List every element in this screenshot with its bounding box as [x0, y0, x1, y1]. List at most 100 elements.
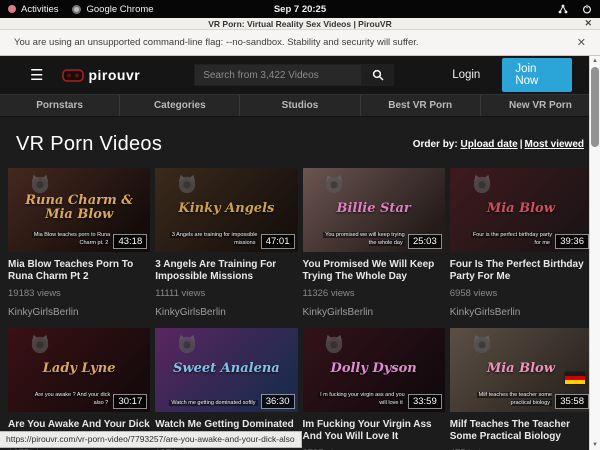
- video-thumb[interactable]: Mia Blow Milf teaches the teacher some p…: [450, 328, 592, 412]
- video-studio[interactable]: KinkyGirlsBerlin: [450, 307, 592, 318]
- infobar-message: You are using an unsupported command-lin…: [14, 37, 419, 48]
- video-views: 11326 views: [303, 288, 445, 299]
- video-card[interactable]: Dolly Dyson I m fucking your virgin ass …: [303, 328, 445, 450]
- video-duration: 43:18: [113, 234, 147, 249]
- video-duration: 35:58: [555, 394, 589, 409]
- order-link-most-viewed[interactable]: Most viewed: [525, 139, 584, 150]
- thumb-model-name: Lady Lyne: [21, 362, 138, 376]
- thumb-caption: 3 Angels are training for impossible mis…: [169, 231, 257, 248]
- scrollbar-thumb[interactable]: [591, 67, 599, 147]
- video-thumb[interactable]: Kinky Angels 3 Angels are training for i…: [155, 168, 297, 252]
- search-form: [194, 64, 394, 86]
- video-views: 11111 views: [155, 288, 297, 299]
- thumb-caption: Four is the perfect birthday party for m…: [464, 231, 552, 248]
- german-flag-icon: [565, 372, 585, 384]
- thumb-caption: You promised we will keep trying the who…: [317, 231, 405, 248]
- site-logo[interactable]: pirouvr: [62, 67, 140, 83]
- search-input[interactable]: [194, 64, 362, 86]
- chrome-label: Google Chrome: [86, 4, 153, 15]
- thumb-caption: Watch me getting dominated softly: [169, 399, 257, 407]
- order-separator: |: [518, 139, 525, 150]
- video-title[interactable]: Milf Teaches The Teacher Some Practical …: [450, 419, 592, 442]
- video-grid: Runa Charm & Mia Blow Mia Blow teaches p…: [0, 166, 600, 450]
- main-nav: PornstarsCategoriesStudiosBest VR PornNe…: [0, 94, 600, 117]
- video-views: 6958 views: [450, 288, 592, 299]
- login-link[interactable]: Login: [452, 69, 480, 81]
- screen: Activities Google Chrome Sep 7 20:25 VR …: [0, 0, 600, 450]
- system-bar: Activities Google Chrome Sep 7 20:25: [0, 0, 600, 18]
- video-duration: 36:30: [261, 394, 295, 409]
- activities-label: Activities: [21, 4, 58, 15]
- video-studio[interactable]: KinkyGirlsBerlin: [8, 307, 150, 318]
- scrollbar-up-icon[interactable]: ▲: [590, 56, 600, 66]
- video-title[interactable]: 3 Angels Are Training For Impossible Mis…: [155, 259, 297, 282]
- video-duration: 47:01: [261, 234, 295, 249]
- video-card[interactable]: Billie Star You promised we will keep tr…: [303, 168, 445, 318]
- activities-button[interactable]: Activities: [8, 4, 58, 15]
- infobar-close-icon[interactable]: ✕: [577, 36, 586, 49]
- nav-item[interactable]: New VR Porn: [481, 95, 600, 116]
- thumb-caption: I m fucking your virgin ass and you will…: [317, 391, 405, 408]
- studio-logo-icon: [470, 174, 494, 194]
- video-duration: 30:17: [113, 394, 147, 409]
- video-duration: 39:36: [555, 234, 589, 249]
- video-thumb[interactable]: Dolly Dyson I m fucking your virgin ass …: [303, 328, 445, 412]
- video-card[interactable]: Mia Blow Milf teaches the teacher some p…: [450, 328, 592, 450]
- video-title[interactable]: You Promised We Will Keep Trying The Who…: [303, 259, 445, 282]
- nav-item[interactable]: Categories: [120, 95, 240, 116]
- video-views: 19183 views: [8, 288, 150, 299]
- vr-headset-icon: [62, 69, 84, 82]
- site-header: ☰ pirouvr Login Join Now: [0, 56, 600, 94]
- studio-logo-icon: [175, 174, 199, 194]
- thumb-model-name: Runa Charm & Mia Blow: [21, 194, 138, 221]
- order-by: Order by: Upload date|Most viewed: [413, 139, 584, 150]
- video-card[interactable]: Kinky Angels 3 Angels are training for i…: [155, 168, 297, 318]
- thumb-model-name: Billie Star: [315, 202, 432, 216]
- video-title[interactable]: Four Is The Perfect Birthday Party For M…: [450, 259, 592, 282]
- thumb-model-name: Sweet Analena: [168, 362, 285, 376]
- status-bar-url: https://pirouvr.com/vr-porn-video/779325…: [0, 431, 302, 448]
- nav-item[interactable]: Best VR Porn: [361, 95, 481, 116]
- chrome-icon: [72, 5, 81, 14]
- studio-logo-icon: [322, 174, 346, 194]
- video-thumb[interactable]: Lady Lyne Are you awake ? And your dick …: [8, 328, 150, 412]
- search-button[interactable]: [362, 64, 394, 86]
- video-studio[interactable]: KinkyGirlsBerlin: [303, 307, 445, 318]
- video-thumb[interactable]: Sweet Analena Watch me getting dominated…: [155, 328, 297, 412]
- logo-text: pirouvr: [88, 67, 140, 83]
- order-link-upload-date[interactable]: Upload date: [460, 139, 517, 150]
- video-title[interactable]: Im Fucking Your Virgin Ass And You Will …: [303, 419, 445, 442]
- window-close-icon[interactable]: ✕: [584, 18, 592, 29]
- order-by-label: Order by:: [413, 139, 458, 150]
- hamburger-icon[interactable]: ☰: [30, 68, 42, 83]
- studio-logo-icon: [322, 334, 346, 354]
- thumb-model-name: Kinky Angels: [168, 202, 285, 216]
- chrome-app-indicator[interactable]: Google Chrome: [72, 4, 153, 15]
- studio-logo-icon: [470, 334, 494, 354]
- video-thumb[interactable]: Billie Star You promised we will keep tr…: [303, 168, 445, 252]
- thumb-model-name: Mia Blow: [463, 362, 580, 376]
- thumb-model-name: Dolly Dyson: [315, 362, 432, 376]
- nav-item[interactable]: Pornstars: [0, 95, 120, 116]
- video-card[interactable]: Runa Charm & Mia Blow Mia Blow teaches p…: [8, 168, 150, 318]
- video-title[interactable]: Mia Blow Teaches Porn To Runa Charm Pt 2: [8, 259, 150, 282]
- join-now-button[interactable]: Join Now: [502, 58, 572, 92]
- scrollbar[interactable]: ▲ ▼: [589, 56, 600, 450]
- scrollbar-down-icon[interactable]: ▼: [590, 440, 600, 450]
- video-studio[interactable]: KinkyGirlsBerlin: [155, 307, 297, 318]
- video-thumb[interactable]: Mia Blow Four is the perfect birthday pa…: [450, 168, 592, 252]
- nav-item[interactable]: Studios: [240, 95, 360, 116]
- window-title-bar: VR Porn: Virtual Reality Sex Videos | Pi…: [0, 18, 600, 30]
- video-card[interactable]: Mia Blow Four is the perfect birthday pa…: [450, 168, 592, 318]
- page-title: VR Porn Videos: [16, 133, 162, 156]
- power-icon[interactable]: [582, 4, 592, 14]
- studio-logo-icon: [175, 334, 199, 354]
- thumb-caption: Mia Blow teaches porn to Runa Charm pt. …: [22, 231, 110, 248]
- video-thumb[interactable]: Runa Charm & Mia Blow Mia Blow teaches p…: [8, 168, 150, 252]
- video-duration: 25:03: [408, 234, 442, 249]
- video-duration: 33:59: [408, 394, 442, 409]
- studio-logo-icon: [28, 174, 52, 194]
- network-icon[interactable]: [558, 4, 568, 14]
- recording-indicator-icon: [8, 5, 16, 13]
- window-title: VR Porn: Virtual Reality Sex Videos | Pi…: [208, 19, 391, 29]
